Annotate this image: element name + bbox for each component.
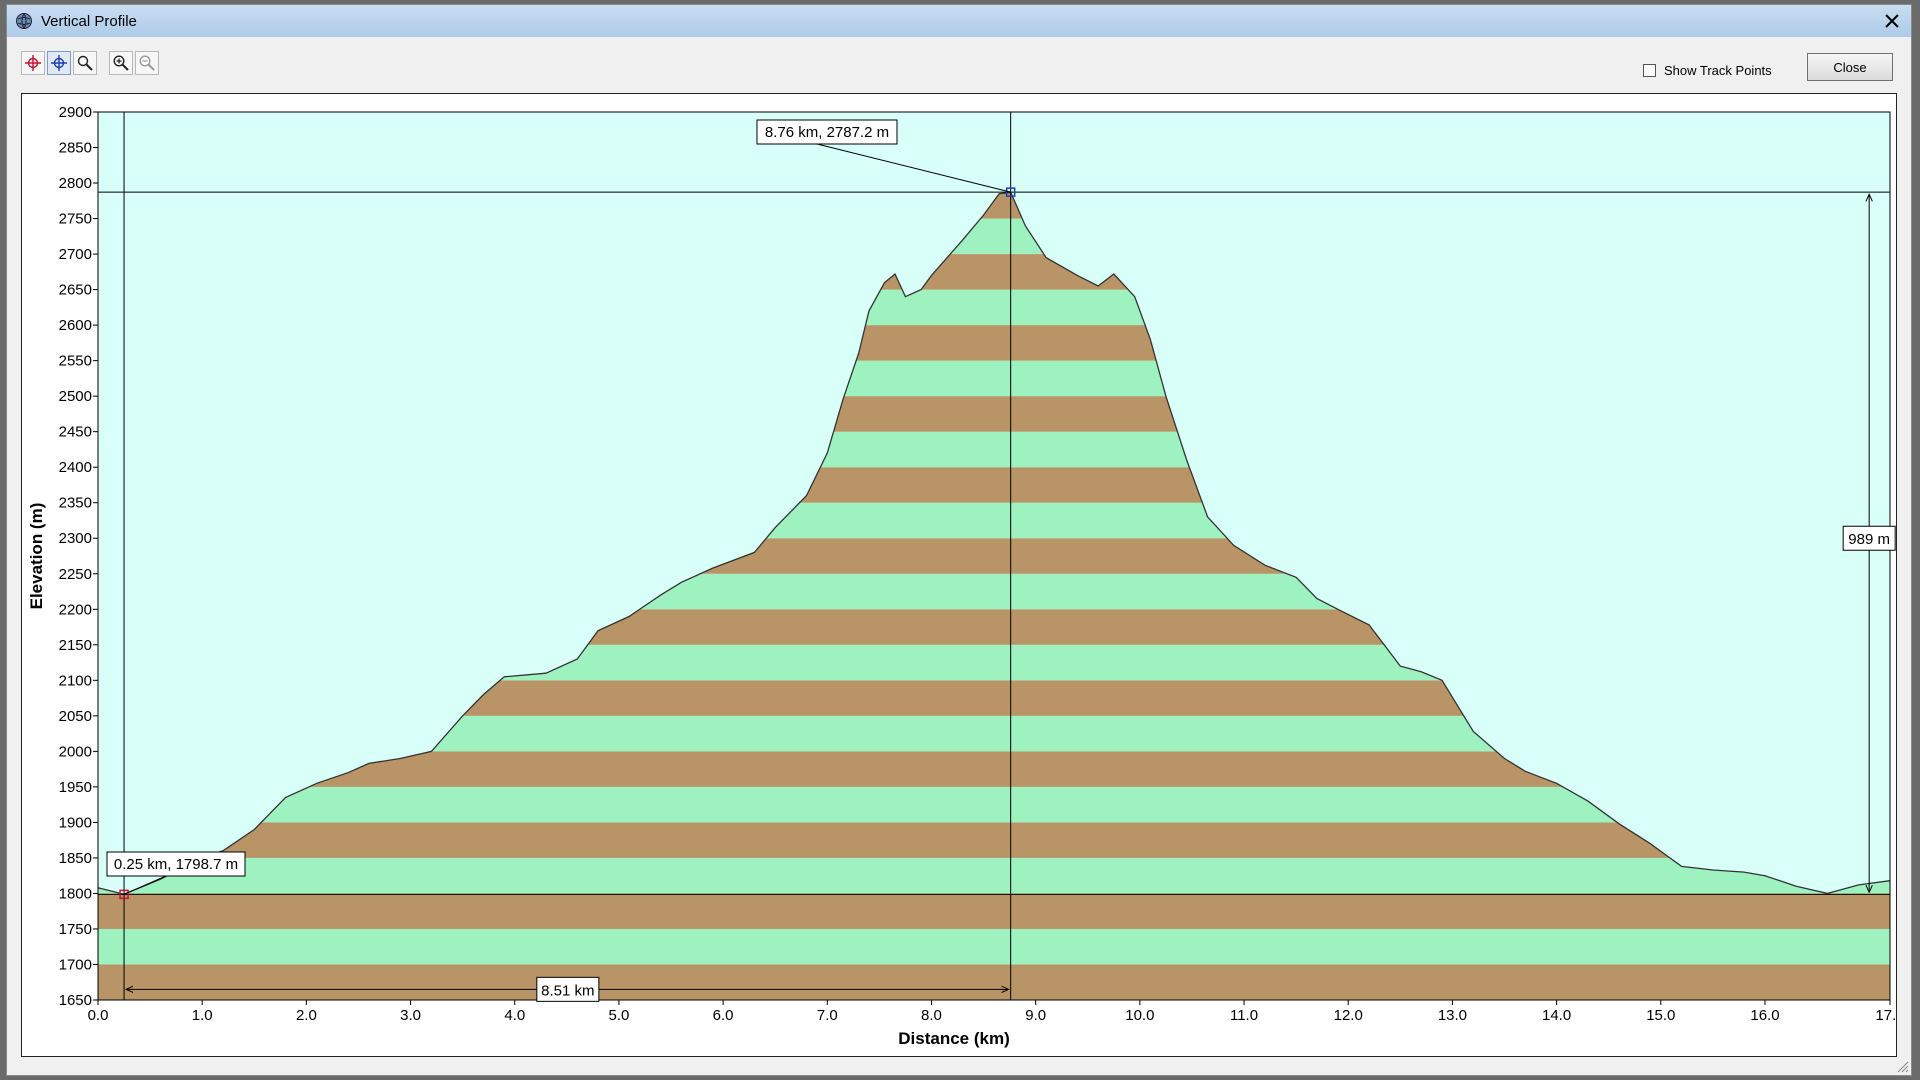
- crosshair-red-icon: [25, 55, 41, 71]
- y-tick-label: 2200: [59, 601, 92, 618]
- y-tick-label: 2850: [59, 140, 92, 157]
- profile-toolbar: [21, 51, 159, 75]
- zoom-out-icon: [139, 55, 155, 71]
- crosshair-tool-button[interactable]: [47, 51, 71, 75]
- elevation-band: [98, 857, 1890, 894]
- zoom-window-tool-button[interactable]: [73, 51, 97, 75]
- y-tick-label: 2400: [59, 459, 92, 476]
- x-tick-label: 16.0: [1750, 1007, 1779, 1024]
- y-tick-label: 1850: [59, 850, 92, 867]
- title-bar: Vertical Profile: [7, 5, 1911, 37]
- y-tick-label: 1700: [59, 956, 92, 973]
- show-track-points-option[interactable]: Show Track Points: [1643, 63, 1772, 78]
- elevation-band: [98, 893, 1890, 929]
- y-tick-label: 2000: [59, 743, 92, 760]
- x-tick-label: 13.0: [1438, 1007, 1467, 1024]
- elevation-gain-label: 989 m: [1848, 531, 1890, 548]
- globe-icon: [16, 13, 32, 29]
- zoom-out-tool-button[interactable]: [135, 51, 159, 75]
- elevation-band: [98, 928, 1890, 965]
- x-tick-label: 15.0: [1646, 1007, 1675, 1024]
- show-track-points-label: Show Track Points: [1664, 63, 1772, 78]
- select-point-tool-button[interactable]: [21, 51, 45, 75]
- cursor-b-callout-label: 8.76 km, 2787.2 m: [765, 124, 889, 141]
- y-tick-label: 2800: [59, 175, 92, 192]
- elevation-band: [98, 964, 1890, 1000]
- window-title: Vertical Profile: [41, 12, 137, 30]
- y-tick-label: 2350: [59, 495, 92, 512]
- y-tick-label: 2550: [59, 353, 92, 370]
- y-tick-label: 2300: [59, 530, 92, 547]
- elevation-profile-chart[interactable]: 1650170017501800185019001950200020502100…: [22, 94, 1896, 1056]
- resize-grip-icon[interactable]: [1895, 1059, 1909, 1073]
- x-tick-label: 11.0: [1230, 1007, 1258, 1024]
- x-tick-label: 8.0: [921, 1007, 942, 1024]
- y-tick-label: 2050: [59, 708, 92, 725]
- x-tick-label: 10.0: [1125, 1007, 1154, 1024]
- x-tick-label: 6.0: [713, 1007, 734, 1024]
- profile-chart-panel[interactable]: 1650 1700 1750 1800 1850 1900 1950 2000 2050 2100…: [21, 93, 1897, 1057]
- x-tick-label: 9.0: [1025, 1007, 1046, 1024]
- x-tick-label: 17.2: [1875, 1007, 1896, 1024]
- zoom-in-tool-button[interactable]: [109, 51, 133, 75]
- x-tick-label: 3.0: [400, 1007, 421, 1024]
- y-tick-label: 2500: [59, 388, 92, 405]
- x-tick-label: 0.0: [88, 1007, 109, 1024]
- distance-measure-label: 8.51 km: [541, 982, 594, 999]
- y-tick-label: 2100: [59, 672, 92, 689]
- vertical-profile-window: Vertical Profile Show Track Points Close…: [6, 4, 1912, 1076]
- x-tick-label: 4.0: [504, 1007, 525, 1024]
- x-tick-label: 14.0: [1542, 1007, 1571, 1024]
- y-tick-label: 2150: [59, 637, 92, 654]
- cursor-a-callout-label: 0.25 km, 1798.7 m: [114, 856, 238, 873]
- y-tick-label: 2700: [59, 246, 92, 263]
- y-axis-label: Elevation (m): [27, 503, 46, 610]
- elevation-band: [98, 822, 1890, 858]
- x-tick-label: 12.0: [1334, 1007, 1363, 1024]
- y-tick-label: 2900: [59, 104, 92, 121]
- y-tick-label: 2250: [59, 566, 92, 583]
- zoom-in-icon: [113, 55, 129, 71]
- crosshair-blue-icon: [51, 55, 67, 71]
- magnifier-area-icon: [77, 55, 93, 71]
- y-tick-label: 1800: [59, 885, 92, 902]
- y-tick-label: 2650: [59, 282, 92, 299]
- y-tick-label: 2750: [59, 211, 92, 228]
- close-x-icon[interactable]: [1881, 10, 1903, 32]
- x-axis-label: Distance (km): [898, 1029, 1009, 1048]
- show-track-points-checkbox[interactable]: [1643, 64, 1656, 77]
- y-tick-label: 1950: [59, 779, 92, 796]
- x-tick-label: 5.0: [609, 1007, 630, 1024]
- x-tick-label: 7.0: [817, 1007, 838, 1024]
- y-tick-label: 1900: [59, 814, 92, 831]
- y-tick-label: 2450: [59, 424, 92, 441]
- y-tick-label: 1750: [59, 921, 92, 938]
- x-tick-label: 1.0: [192, 1007, 213, 1024]
- y-tick-label: 2600: [59, 317, 92, 334]
- x-tick-label: 2.0: [296, 1007, 317, 1024]
- close-button[interactable]: Close: [1807, 53, 1893, 81]
